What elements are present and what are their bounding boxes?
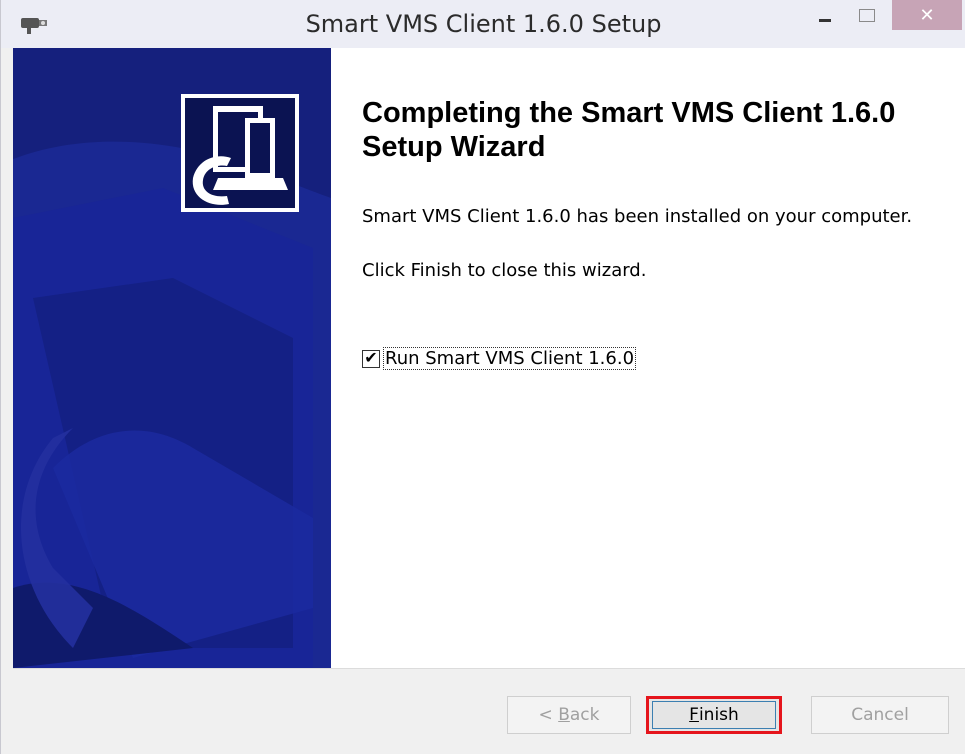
finish-label-rest: inish xyxy=(698,705,739,725)
finish-button-face: Finish xyxy=(652,701,776,729)
title-bar[interactable]: Smart VMS Client 1.6.0 Setup ✕ xyxy=(1,0,965,48)
wizard-heading: Completing the Smart VMS Client 1.6.0 Se… xyxy=(362,97,896,163)
cancel-button[interactable]: Cancel xyxy=(811,696,949,734)
back-access-key: B xyxy=(558,705,570,725)
finish-access-key: F xyxy=(689,705,699,725)
minimize-icon xyxy=(819,18,831,22)
back-prefix: < xyxy=(538,705,559,725)
back-button[interactable]: < Back xyxy=(507,696,631,734)
wizard-banner xyxy=(13,48,331,668)
maximize-icon xyxy=(859,8,875,22)
finish-hint: Click Finish to close this wizard. xyxy=(362,260,647,281)
footer-divider xyxy=(13,668,965,669)
back-label-rest: ack xyxy=(569,705,600,725)
minimize-button[interactable] xyxy=(807,0,843,30)
close-icon: ✕ xyxy=(919,4,935,25)
wizard-content: Completing the Smart VMS Client 1.6.0 Se… xyxy=(13,48,965,668)
close-button[interactable]: ✕ xyxy=(892,0,962,30)
run-app-label[interactable]: Run Smart VMS Client 1.6.0 xyxy=(382,347,637,370)
run-app-option[interactable]: ✔ Run Smart VMS Client 1.6.0 xyxy=(362,347,637,370)
maximize-button[interactable] xyxy=(849,0,885,30)
installed-message: Smart VMS Client 1.6.0 has been installe… xyxy=(362,206,913,227)
checkmark-icon: ✔ xyxy=(364,349,378,367)
finish-button[interactable]: Finish xyxy=(646,696,782,734)
run-app-checkbox[interactable]: ✔ xyxy=(362,349,380,368)
setup-window: Smart VMS Client 1.6.0 Setup ✕ Completin… xyxy=(0,0,965,754)
